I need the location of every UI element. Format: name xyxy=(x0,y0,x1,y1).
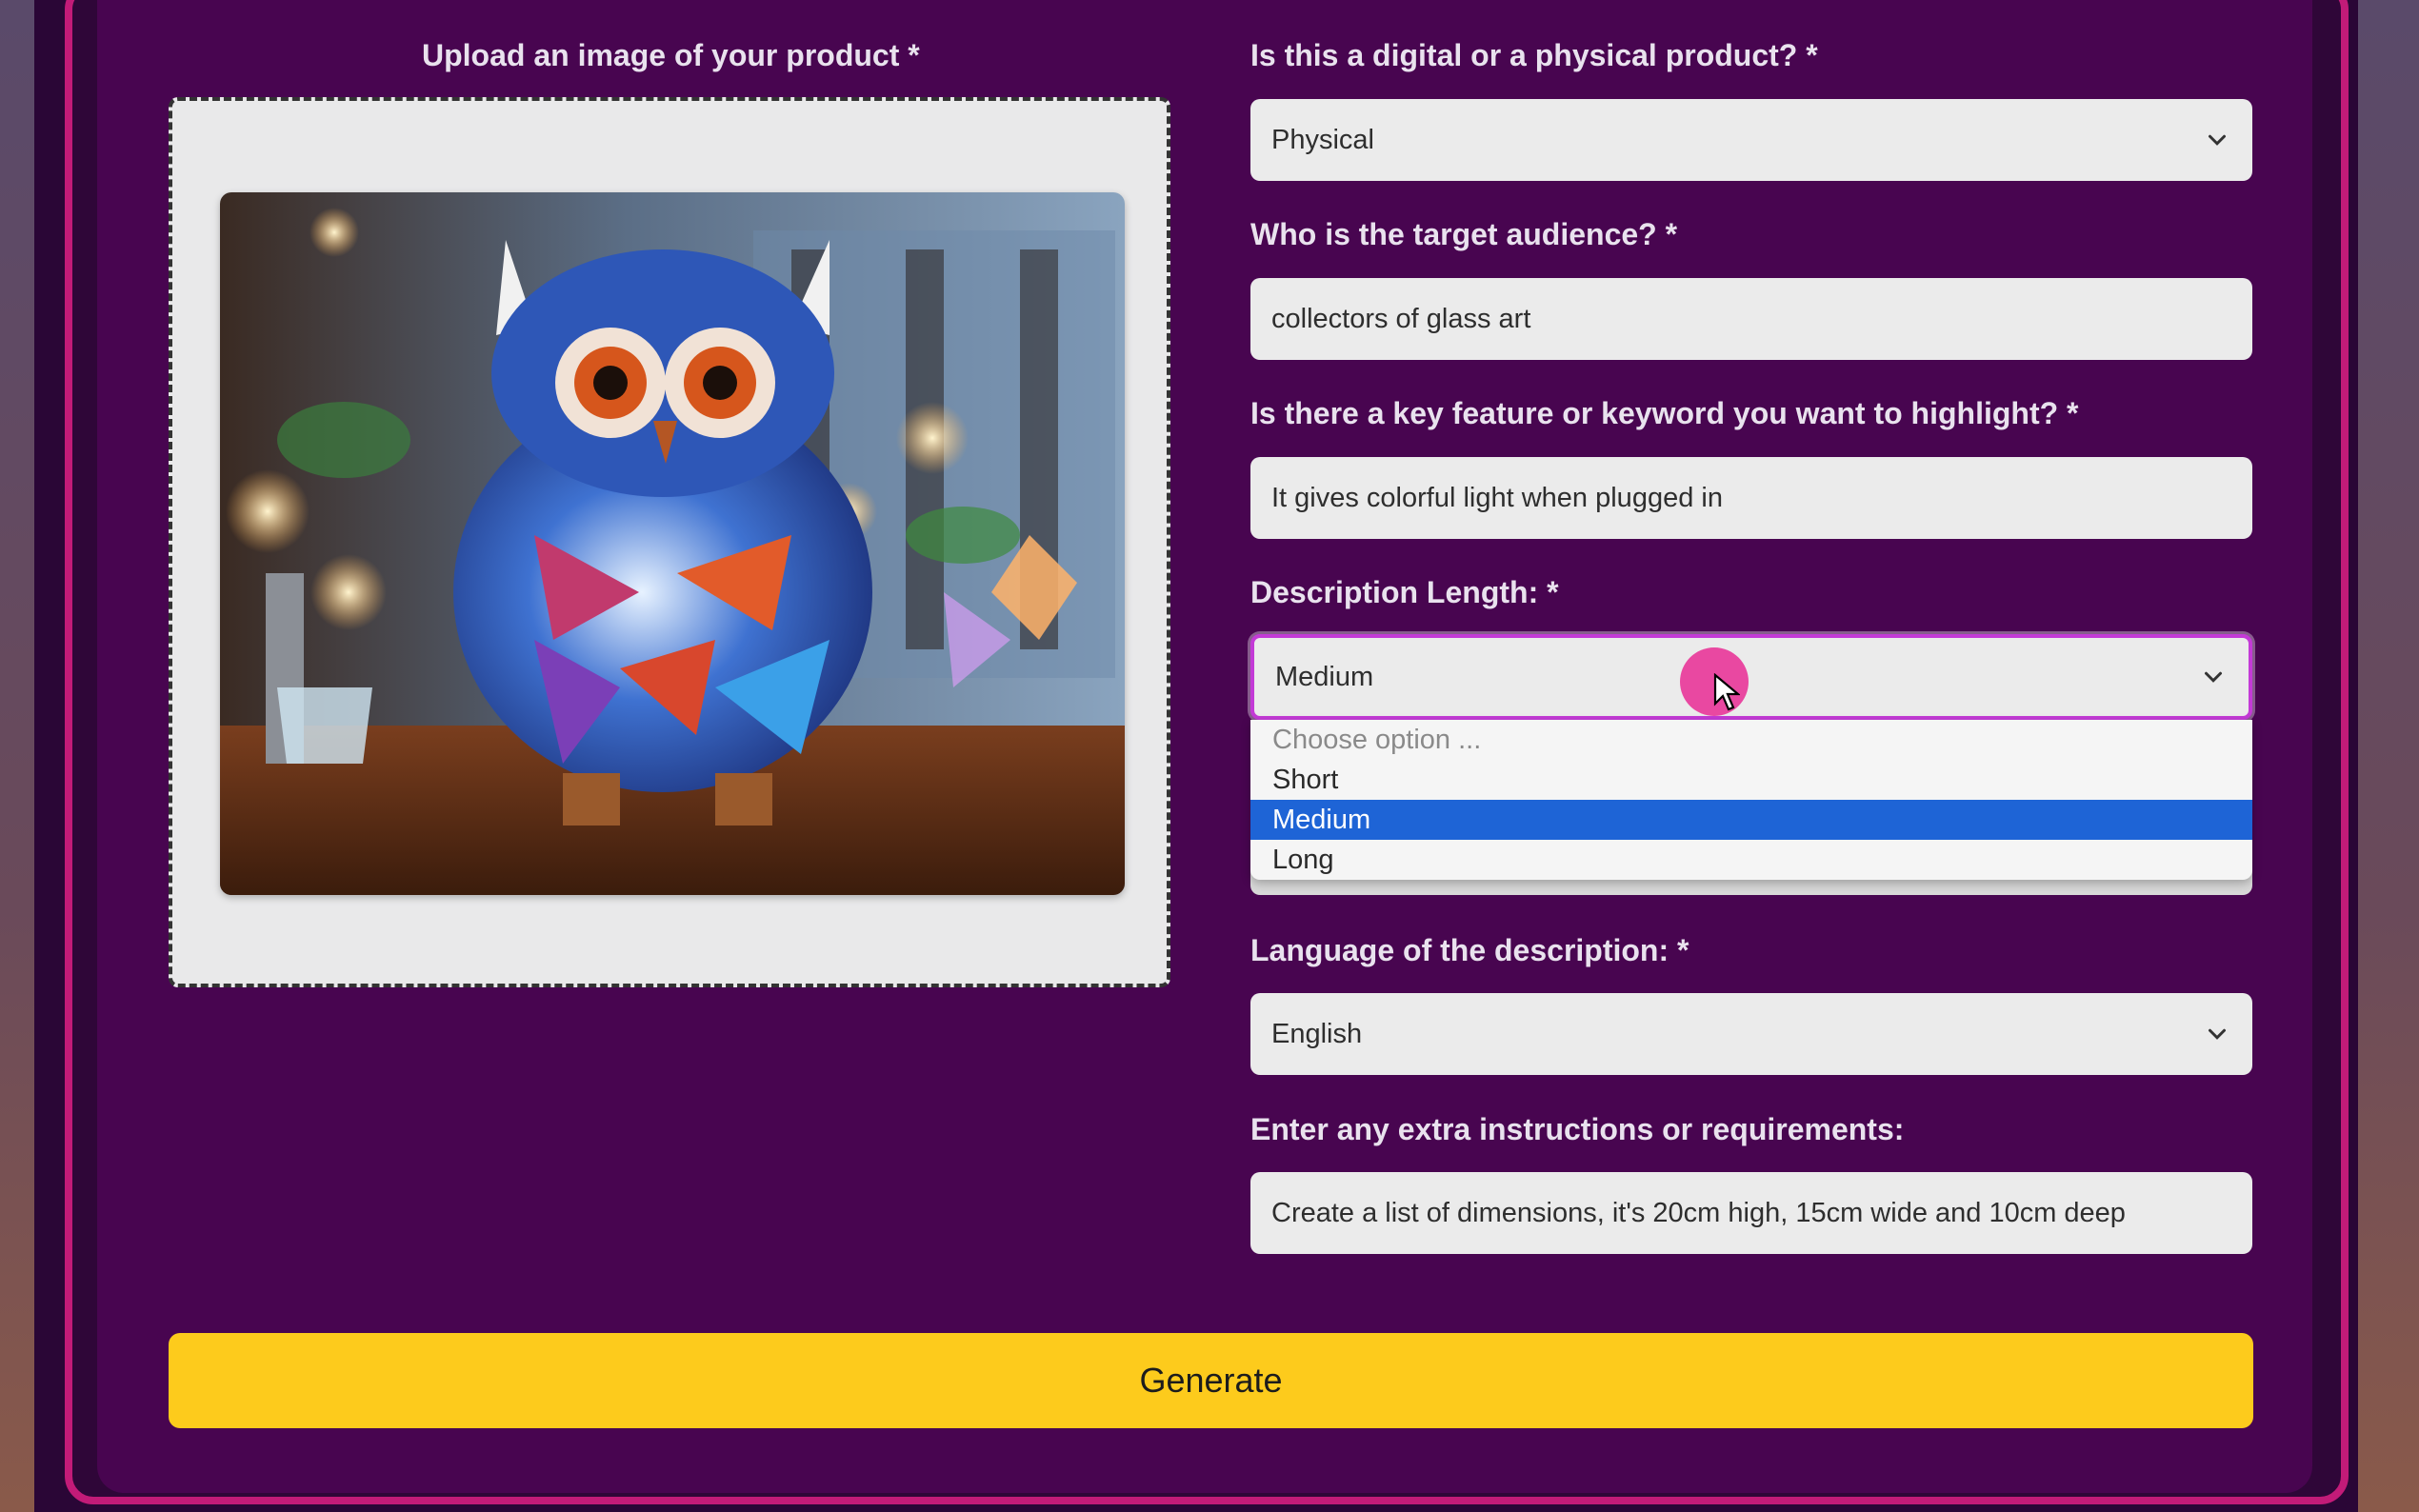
product-image xyxy=(220,192,1125,895)
description-length-label: Description Length: * xyxy=(1250,575,1559,609)
product-type-value: Physical xyxy=(1271,124,1374,155)
target-audience-value: collectors of glass art xyxy=(1271,303,1531,334)
dropdown-option-long[interactable]: Long xyxy=(1250,840,2252,880)
description-length-dropdown: Choose option ... Short Medium Long xyxy=(1250,720,2252,880)
chevron-down-icon xyxy=(2209,1028,2226,1040)
generate-button[interactable]: Generate xyxy=(169,1333,2253,1428)
owl-illustration xyxy=(220,192,1125,895)
mouse-cursor-icon xyxy=(1713,673,1740,711)
extra-instructions-input[interactable]: Create a list of dimensions, it's 20cm h… xyxy=(1250,1172,2252,1254)
language-label: Language of the description: * xyxy=(1250,933,1689,967)
product-type-label: Is this a digital or a physical product?… xyxy=(1250,38,1818,72)
target-audience-input[interactable]: collectors of glass art xyxy=(1250,278,2252,360)
dropdown-option-short[interactable]: Short xyxy=(1250,760,2252,800)
chevron-down-icon xyxy=(2205,671,2222,683)
dropdown-option-medium[interactable]: Medium xyxy=(1250,800,2252,840)
upload-label: Upload an image of your product * xyxy=(422,38,920,72)
key-feature-label: Is there a key feature or keyword you wa… xyxy=(1250,396,2079,430)
extra-instructions-value: Create a list of dimensions, it's 20cm h… xyxy=(1271,1197,2126,1228)
dropdown-option-placeholder[interactable]: Choose option ... xyxy=(1250,720,2252,760)
key-feature-value: It gives colorful light when plugged in xyxy=(1271,482,1723,513)
image-upload-dropzone[interactable] xyxy=(169,97,1170,987)
language-value: English xyxy=(1271,1018,1363,1049)
extra-instructions-label: Enter any extra instructions or requirem… xyxy=(1250,1112,1905,1146)
product-type-select[interactable]: Physical xyxy=(1250,99,2252,181)
chevron-down-icon xyxy=(2209,134,2226,146)
target-audience-label: Who is the target audience? * xyxy=(1250,217,1678,251)
key-feature-input[interactable]: It gives colorful light when plugged in xyxy=(1250,457,2252,539)
description-length-select[interactable]: Medium xyxy=(1250,634,2252,720)
language-select[interactable]: English xyxy=(1250,993,2252,1075)
